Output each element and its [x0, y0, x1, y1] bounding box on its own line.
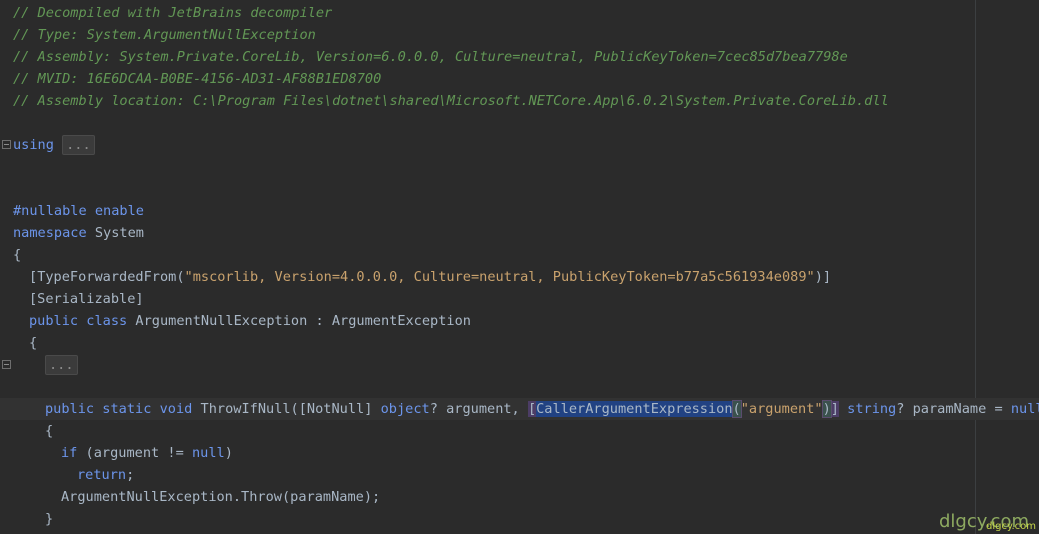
comment-line-2: // Type: System.ArgumentNullException	[13, 27, 316, 43]
attribute-serializable: [Serializable]	[29, 291, 144, 307]
attribute-type-forwarded: [TypeForwardedFrom("mscorlib, Version=4.…	[29, 266, 831, 288]
if-condition: (argument !=	[77, 445, 192, 461]
class-keyword: class	[86, 313, 128, 329]
class-name: ArgumentNullException	[135, 313, 308, 329]
right-margin-guide	[975, 0, 976, 534]
watermark-small: dlgcy.com	[986, 521, 1036, 532]
if-statement: if (argument != null)	[61, 442, 233, 464]
using-line: using ...	[13, 134, 95, 156]
argument-param: ? argument,	[429, 401, 528, 417]
static-keyword: static	[102, 401, 152, 417]
attr-name: TypeForwardedFrom	[37, 269, 177, 285]
caller-attr-paren-open: (	[731, 400, 742, 418]
nullable-directive: #nullable enable	[13, 203, 144, 219]
attr-close: )]	[814, 269, 832, 285]
if-close-paren: )	[224, 445, 233, 461]
caller-attr-close-bracket: ]	[830, 401, 839, 417]
class-folded-region[interactable]: ...	[45, 355, 78, 375]
attr-paren: (	[176, 269, 185, 285]
return-keyword: return	[77, 467, 127, 483]
class-colon: :	[307, 313, 332, 329]
public-keyword: public	[29, 313, 79, 329]
public-keyword: public	[45, 401, 95, 417]
caller-attr-string: "argument"	[740, 401, 823, 417]
attr-string-value: "mscorlib, Version=4.0.0.0, Culture=neut…	[184, 269, 815, 285]
namespace-line: namespace System	[13, 222, 144, 244]
null-keyword: null	[191, 445, 225, 461]
caller-attr-paren-close: )	[821, 400, 832, 418]
method-close-brace: }	[45, 511, 54, 527]
using-keyword: using	[13, 137, 54, 153]
namespace-name: System	[94, 225, 144, 241]
namespace-keyword: namespace	[13, 225, 87, 241]
class-declaration: public class ArgumentNullException : Arg…	[29, 310, 471, 332]
notnull-attribute: [NotNull]	[298, 401, 373, 417]
comment-line-1: // Decompiled with JetBrains decompiler	[13, 5, 333, 21]
attr-bracket: [	[29, 269, 38, 285]
string-keyword: string	[847, 401, 897, 417]
fold-toggle-icon[interactable]	[2, 360, 11, 369]
namespace-open-brace: {	[13, 247, 22, 263]
class-base: ArgumentException	[331, 313, 471, 329]
comment-line-4: // MVID: 16E6DCAA-B0BE-4156-AD31-AF88B1E…	[13, 71, 382, 87]
object-keyword: object	[380, 401, 430, 417]
fold-toggle-icon[interactable]	[2, 140, 11, 149]
class-folded-line: ...	[45, 354, 78, 376]
if-keyword: if	[61, 445, 78, 461]
class-open-brace: {	[29, 335, 38, 351]
method-name: ThrowIfNull(	[200, 401, 299, 417]
null-keyword: null	[1010, 401, 1039, 417]
comment-line-3: // Assembly: System.Private.CoreLib, Ver…	[13, 49, 848, 65]
void-keyword: void	[159, 401, 193, 417]
paramname-param: ? paramName =	[896, 401, 1011, 417]
return-statement: return;	[77, 464, 134, 486]
method-open-brace: {	[45, 423, 54, 439]
caller-argument-expression-attr[interactable]: CallerArgumentExpression	[536, 401, 733, 417]
semicolon: ;	[126, 467, 135, 483]
code-editor[interactable]: // Decompiled with JetBrains decompiler …	[0, 0, 1039, 534]
comment-line-5: // Assembly location: C:\Program Files\d…	[13, 93, 889, 109]
using-folded-region[interactable]: ...	[62, 135, 95, 155]
method-declaration: public static void ThrowIfNull([NotNull]…	[45, 398, 1039, 420]
caller-attr-open-bracket: [	[527, 401, 537, 417]
throw-statement: ArgumentNullException.Throw(paramName);	[61, 489, 381, 505]
